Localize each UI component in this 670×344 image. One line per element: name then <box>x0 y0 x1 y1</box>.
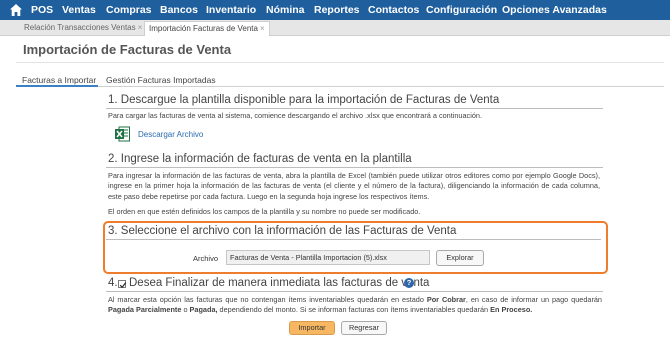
page-title: Importación de Facturas de Venta <box>23 42 232 57</box>
doc-tab-relacion-transacciones[interactable]: Relación Transacciones Ventas × <box>20 21 146 36</box>
divider <box>16 62 664 63</box>
step3-heading: 3. Seleccione el archivo con la informac… <box>108 225 457 237</box>
nav-inventario[interactable]: Inventario <box>206 0 256 20</box>
divider <box>106 167 603 168</box>
step4-text-part: o <box>181 305 190 315</box>
step4-text: Al marcar esta opción las facturas que n… <box>108 295 602 316</box>
browse-button[interactable]: Explorar <box>436 250 484 266</box>
file-label: Archivo <box>193 254 219 263</box>
step2-note: El orden en que estén definidos los camp… <box>108 207 421 216</box>
step2-text: Para ingresar la información de las fact… <box>108 171 600 201</box>
step2-heading: 2. Ingrese la información de facturas de… <box>108 153 412 165</box>
excel-file-icon[interactable] <box>115 126 130 142</box>
subtab-gestion-facturas-importadas[interactable]: Gestión Facturas Importadas <box>106 75 216 85</box>
step1-heading: 1. Descargue la plantilla disponible par… <box>108 94 500 106</box>
nav-nomina[interactable]: Nómina <box>266 0 305 20</box>
top-nav-bar: POS Ventas Compras Bancos Inventario Nóm… <box>0 0 670 20</box>
nav-configuracion[interactable]: Configuración <box>426 0 497 20</box>
status-en-proceso: En Proceso. <box>490 305 533 315</box>
close-icon[interactable]: × <box>138 23 143 32</box>
nav-pos[interactable]: POS <box>31 0 53 20</box>
nav-opciones-avanzadas[interactable]: Opciones Avanzadas <box>502 0 607 20</box>
nav-ventas[interactable]: Ventas <box>62 0 96 20</box>
step4-text-part: dependiendo del monto. Si se informan fa… <box>217 305 491 315</box>
download-template-link[interactable]: Descargar Archivo <box>138 130 203 139</box>
home-icon[interactable] <box>9 3 23 17</box>
nav-compras[interactable]: Compras <box>106 0 152 20</box>
back-button[interactable]: Regresar <box>341 321 387 335</box>
active-subtab-indicator <box>16 85 98 87</box>
step4-heading: Desea Finalizar de manera inmediata las … <box>129 277 430 289</box>
file-path-input[interactable]: Facturas de Venta - Plantilla Importacio… <box>226 250 430 265</box>
subtab-facturas-a-importar[interactable]: Facturas a Importar <box>22 75 96 85</box>
divider <box>16 86 664 87</box>
nav-bancos[interactable]: Bancos <box>160 0 198 20</box>
step4-text-part: , en caso de informar un pago quedarán <box>465 295 602 304</box>
status-pagada-parcialmente: Pagada Parcialmente <box>108 305 182 315</box>
nav-reportes[interactable]: Reportes <box>314 0 360 20</box>
divider <box>106 239 601 240</box>
step4-text-part: Al marcar esta opción las facturas que n… <box>108 295 427 304</box>
divider <box>106 291 603 292</box>
checkmark-icon <box>119 282 127 289</box>
status-por-cobrar: Por Cobrar <box>426 295 466 304</box>
document-tabs-bar: Relación Transacciones Ventas × Importaci… <box>0 20 670 36</box>
close-icon[interactable]: × <box>260 24 265 33</box>
doc-tab-label: Importación Facturas de Venta <box>149 24 258 33</box>
doc-tab-importacion-facturas[interactable]: Importación Facturas de Venta × <box>144 21 270 36</box>
step4-number: 4. <box>108 277 118 289</box>
doc-tab-label: Relación Transacciones Ventas <box>24 23 136 32</box>
step1-text: Para cargar las facturas de venta al sis… <box>108 111 482 120</box>
finalize-checkbox[interactable] <box>118 280 127 289</box>
help-icon[interactable]: ? <box>404 278 414 288</box>
nav-contactos[interactable]: Contactos <box>368 0 419 20</box>
status-pagada: Pagada, <box>189 305 218 315</box>
import-button[interactable]: Importar <box>289 321 335 335</box>
divider <box>106 108 603 109</box>
